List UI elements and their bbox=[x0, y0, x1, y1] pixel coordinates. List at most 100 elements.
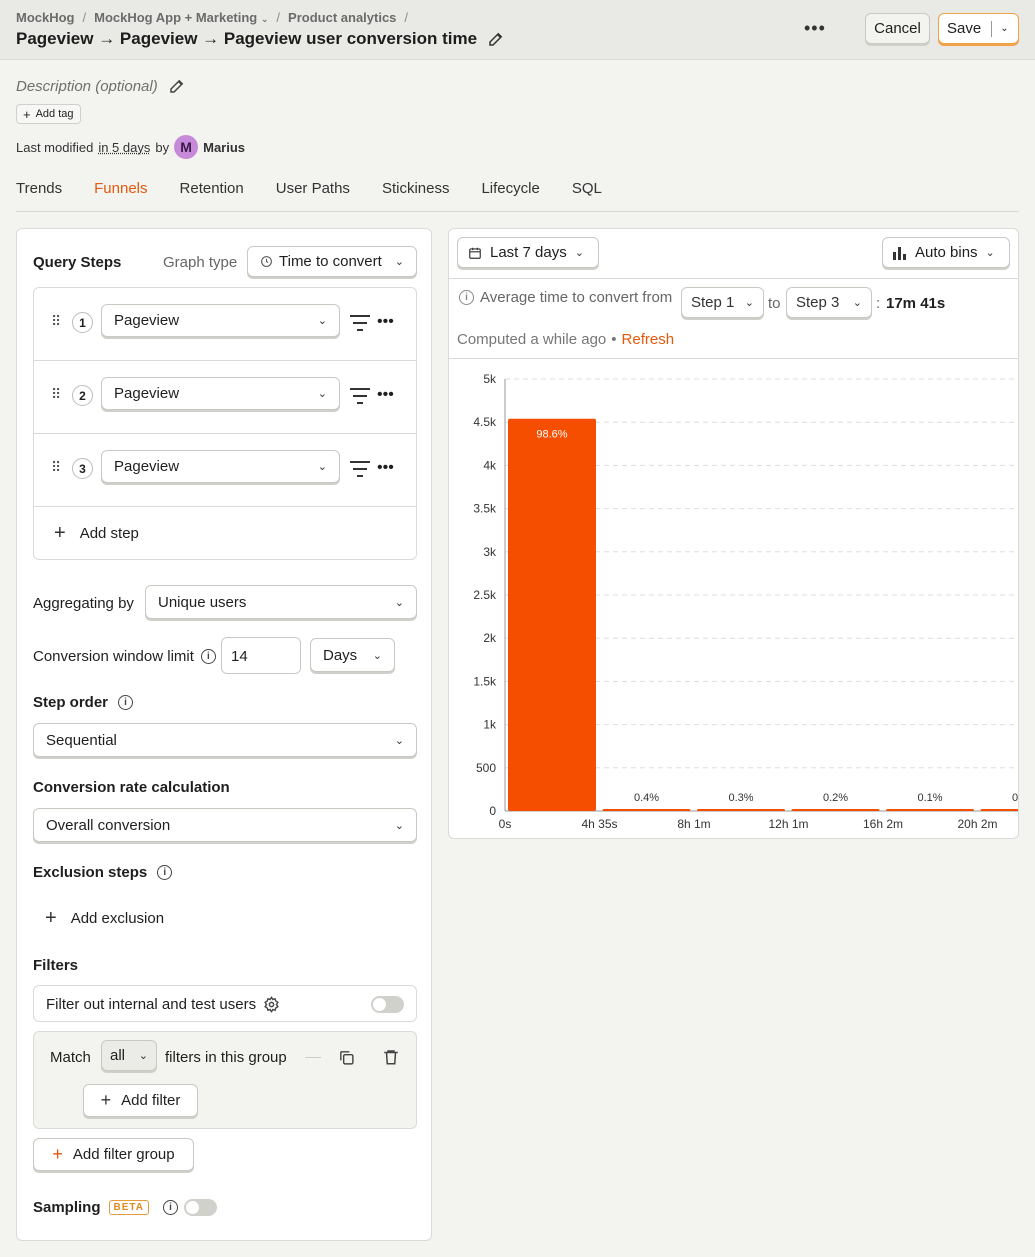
tab-trends[interactable]: Trends bbox=[16, 178, 62, 212]
plus-icon: + bbox=[100, 1090, 112, 1110]
conversion-window-input[interactable]: 14 bbox=[221, 637, 301, 674]
from-step-select[interactable]: Step 1 ⌄ bbox=[681, 287, 764, 318]
breadcrumb-section[interactable]: Product analytics bbox=[288, 10, 396, 25]
chevron-down-icon: ⌄ bbox=[138, 1050, 148, 1062]
breadcrumb-separator: / bbox=[82, 10, 87, 25]
save-button-label: Save bbox=[947, 20, 982, 37]
tab-funnels[interactable]: Funnels bbox=[94, 178, 147, 212]
histogram-bar[interactable] bbox=[886, 809, 974, 811]
more-horizontal-icon[interactable]: ••• bbox=[804, 18, 826, 39]
conversion-rate-select[interactable]: Overall conversion ⌄ bbox=[33, 808, 417, 842]
info-icon[interactable]: i bbox=[118, 695, 134, 710]
computed-text: Computed a while ago bbox=[457, 331, 607, 348]
add-step-label: Add step bbox=[79, 525, 139, 542]
step-row: ⠿ 2 Pageview ⌄ ••• bbox=[34, 361, 416, 434]
filter-icon[interactable] bbox=[349, 460, 371, 478]
pencil-icon[interactable] bbox=[487, 30, 505, 48]
breadcrumb-project[interactable]: MockHog App + Marketing ⌄ bbox=[94, 10, 268, 25]
pencil-icon[interactable] bbox=[168, 77, 186, 95]
page-title: Pageview → Pageview → Pageview user conv… bbox=[16, 29, 505, 49]
histogram-bar[interactable] bbox=[791, 809, 880, 811]
histogram-bar[interactable] bbox=[697, 809, 785, 811]
histogram-bar[interactable] bbox=[508, 418, 596, 811]
aggregating-select[interactable]: Unique users ⌄ bbox=[145, 585, 417, 619]
user-name[interactable]: Marius bbox=[203, 140, 245, 155]
save-button[interactable]: Save ⌄ bbox=[938, 13, 1019, 44]
y-tick-label: 3k bbox=[483, 545, 497, 559]
chevron-down-icon: ⌄ bbox=[317, 461, 327, 473]
avg-time-prefix: Average time to convert from bbox=[480, 289, 673, 306]
more-horizontal-icon[interactable]: ••• bbox=[377, 386, 394, 404]
step-order-label: Step order i bbox=[33, 694, 134, 711]
graph-type-label: Graph type bbox=[163, 254, 238, 271]
to-step-value: Step 3 bbox=[796, 294, 840, 311]
gear-icon[interactable] bbox=[263, 996, 280, 1013]
info-icon[interactable]: i bbox=[200, 649, 216, 664]
info-icon[interactable]: i bbox=[157, 865, 173, 880]
filter-icon[interactable] bbox=[349, 314, 371, 332]
event-select-value: Pageview bbox=[114, 385, 180, 402]
more-horizontal-icon[interactable]: ••• bbox=[377, 459, 394, 477]
event-select[interactable]: Pageview ⌄ bbox=[101, 304, 340, 337]
histogram-bar[interactable] bbox=[980, 809, 1019, 811]
tab-user-paths[interactable]: User Paths bbox=[276, 178, 350, 212]
chevron-down-icon: ⌄ bbox=[260, 14, 269, 24]
add-exclusion-button[interactable]: + Add exclusion bbox=[45, 907, 164, 930]
filter-icon[interactable] bbox=[349, 387, 371, 405]
event-select-value: Pageview bbox=[114, 312, 180, 329]
chevron-down-icon[interactable]: ⌄ bbox=[1000, 23, 1008, 34]
insight-tabs: Trends Funnels Retention User Paths Stic… bbox=[16, 178, 1019, 212]
bar-chart-icon bbox=[893, 246, 906, 260]
conversion-window-unit-select[interactable]: Days ⌄ bbox=[310, 638, 395, 672]
query-panel: Query Steps Graph type Time to convert ⌄… bbox=[16, 228, 432, 1241]
drag-handle-icon[interactable]: ⠿ bbox=[51, 313, 61, 330]
steps-list: ⠿ 1 Pageview ⌄ ••• ⠿ 2 Pageview ⌄ ••• ⠿ … bbox=[33, 287, 417, 560]
tab-stickiness[interactable]: Stickiness bbox=[382, 178, 450, 212]
add-filter-button[interactable]: + Add filter bbox=[83, 1084, 198, 1117]
drag-handle-icon[interactable]: ⠿ bbox=[51, 386, 61, 403]
add-step-button[interactable]: + Add step bbox=[54, 522, 139, 545]
graph-type-select[interactable]: Time to convert ⌄ bbox=[247, 246, 417, 277]
histogram-bar[interactable] bbox=[602, 809, 691, 811]
tab-retention[interactable]: Retention bbox=[180, 178, 244, 212]
add-tag-button[interactable]: + Add tag bbox=[16, 104, 81, 124]
event-select[interactable]: Pageview ⌄ bbox=[101, 450, 340, 483]
refresh-link[interactable]: Refresh bbox=[622, 331, 675, 348]
last-modified-prefix: Last modified bbox=[16, 139, 94, 155]
description-field[interactable]: Description (optional) bbox=[16, 77, 186, 95]
last-modified-by: by bbox=[155, 139, 170, 155]
tab-sql[interactable]: SQL bbox=[572, 178, 602, 212]
bins-select[interactable]: Auto bins ⌄ bbox=[882, 237, 1010, 268]
chevron-down-icon: ⌄ bbox=[394, 596, 404, 609]
drag-handle-icon[interactable]: ⠿ bbox=[51, 459, 61, 476]
more-horizontal-icon[interactable]: ••• bbox=[377, 313, 394, 331]
y-tick-label: 1.5k bbox=[473, 674, 497, 688]
calendar-icon bbox=[469, 247, 481, 259]
step-order-select[interactable]: Sequential ⌄ bbox=[33, 723, 417, 757]
top-bar: MockHog / MockHog App + Marketing ⌄ / Pr… bbox=[0, 0, 1035, 60]
histogram-chart: 0 500 1k 1.5k 2k 2.5k 3k 3.5k 4k 4.5k 5k 98.6% 0.4% 0… bbox=[473, 372, 1019, 831]
bullet: • bbox=[611, 331, 617, 348]
chevron-down-icon: ⌄ bbox=[852, 297, 862, 309]
cancel-button[interactable]: Cancel bbox=[865, 13, 930, 44]
filter-group-suffix: filters in this group bbox=[165, 1049, 287, 1066]
trash-icon[interactable] bbox=[382, 1048, 400, 1066]
colon: : bbox=[876, 295, 881, 312]
info-icon[interactable]: i bbox=[459, 290, 474, 305]
add-filter-group-button[interactable]: + Add filter group bbox=[33, 1138, 194, 1171]
breadcrumb-org[interactable]: MockHog bbox=[16, 10, 75, 25]
info-icon[interactable]: i bbox=[163, 1200, 178, 1215]
sampling-text: Sampling bbox=[33, 1199, 101, 1216]
y-tick-label: 3.5k bbox=[473, 502, 497, 516]
to-step-select[interactable]: Step 3 ⌄ bbox=[786, 287, 872, 318]
tab-lifecycle[interactable]: Lifecycle bbox=[481, 178, 539, 212]
copy-icon[interactable] bbox=[338, 1049, 355, 1066]
chevron-down-icon: ⌄ bbox=[372, 649, 382, 662]
date-range-select[interactable]: Last 7 days ⌄ bbox=[457, 237, 599, 268]
internal-users-toggle[interactable] bbox=[371, 996, 404, 1013]
match-select[interactable]: all ⌄ bbox=[101, 1040, 157, 1071]
sampling-toggle[interactable] bbox=[184, 1199, 217, 1216]
bar-data-label: 0.1% bbox=[917, 792, 942, 804]
event-select[interactable]: Pageview ⌄ bbox=[101, 377, 340, 410]
internal-users-label: Filter out internal and test users bbox=[46, 996, 280, 1013]
